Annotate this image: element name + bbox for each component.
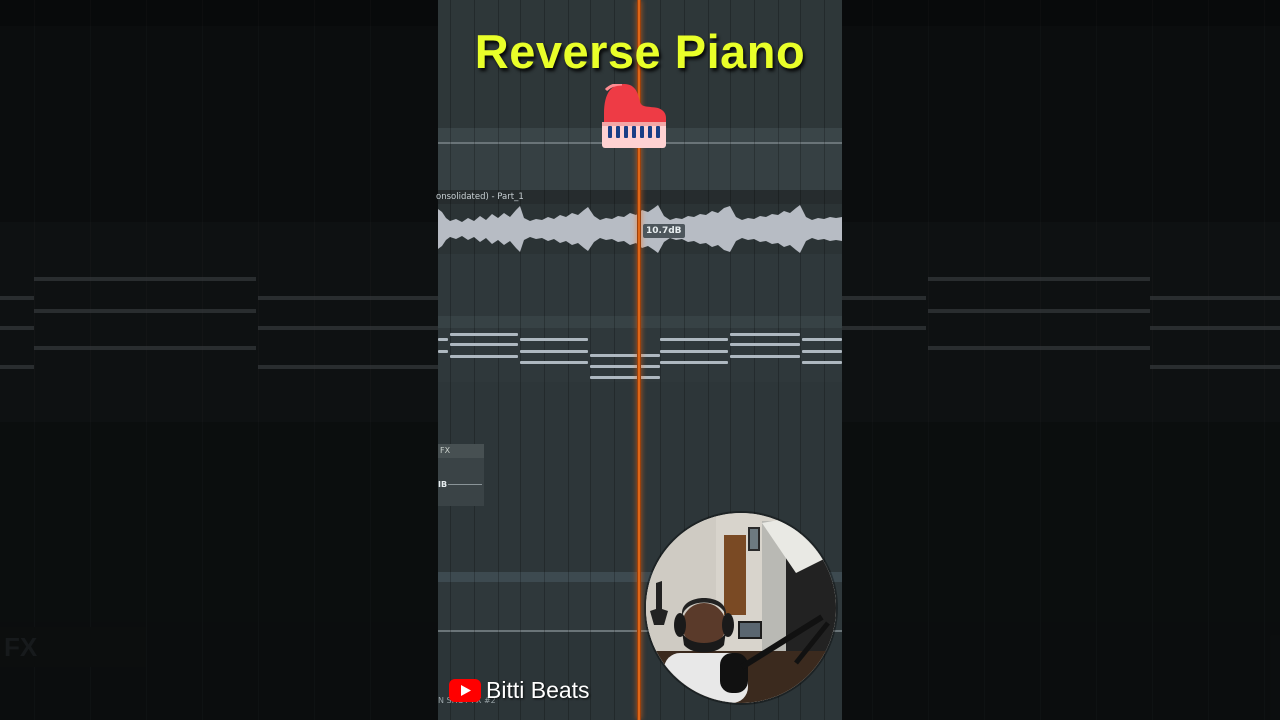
channel-branding[interactable]: Bitti Beats — [449, 677, 590, 704]
fx-clip[interactable]: FX IB — [438, 444, 484, 506]
grand-piano-emoji-icon — [602, 84, 666, 148]
left-blurred-backdrop: FX — [0, 0, 438, 720]
channel-name: Bitti Beats — [486, 677, 590, 703]
fx-clip-label: FX — [438, 444, 484, 458]
right-blurred-backdrop — [842, 0, 1280, 720]
audio-clip-label: onsolidated) - Part_1 — [436, 192, 524, 202]
fx-volume-line — [448, 484, 482, 485]
webcam-overlay — [646, 513, 836, 703]
video-title: Reverse Piano — [474, 25, 806, 78]
clip-gain-badge: 10.7dB — [643, 224, 685, 238]
webcam-person-icon — [646, 513, 836, 703]
youtube-icon — [449, 679, 481, 702]
fx-gain-label: IB — [438, 480, 448, 489]
